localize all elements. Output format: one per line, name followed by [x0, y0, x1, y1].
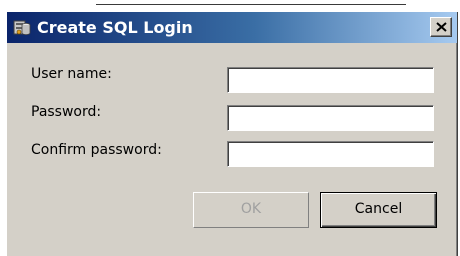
create-sql-login-dialog: Create SQL Login User name: Password: Co… [6, 12, 458, 256]
password-label: Password: [31, 104, 102, 120]
close-icon [436, 22, 447, 32]
password-input[interactable] [227, 105, 434, 131]
close-button[interactable] [430, 17, 452, 37]
confirm-password-input[interactable] [227, 141, 434, 167]
sql-server-icon [12, 18, 32, 38]
cancel-button[interactable]: Cancel [320, 192, 437, 228]
confirm-password-label: Confirm password: [31, 142, 162, 158]
user-name-label: User name: [31, 66, 112, 82]
ok-button[interactable]: OK [193, 192, 309, 228]
user-name-input[interactable] [227, 67, 434, 93]
background-divider-line [96, 4, 406, 5]
dialog-title: Create SQL Login [37, 18, 193, 37]
title-bar[interactable]: Create SQL Login [7, 12, 457, 43]
